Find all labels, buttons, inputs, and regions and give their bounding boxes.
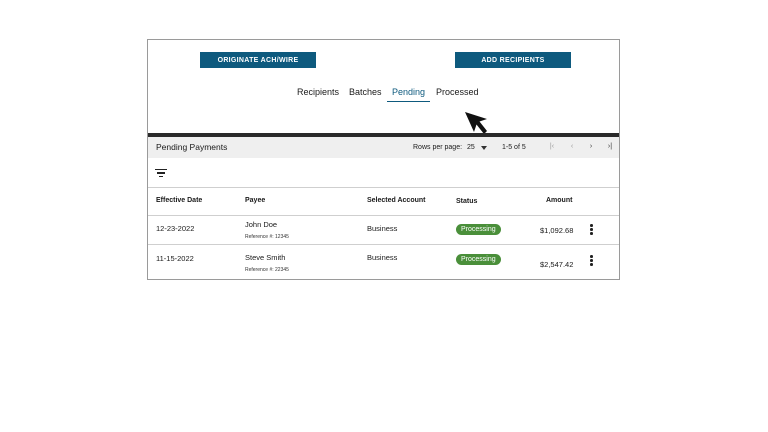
row-1-status-badge: Processing (456, 224, 501, 235)
rows-per-page-select[interactable]: 25 (467, 144, 475, 151)
row-1-more-icon[interactable] (590, 224, 593, 236)
row-2-effective-date: 11-15-2022 (156, 254, 194, 263)
header-selected-account[interactable]: Selected Account (367, 197, 425, 204)
row-1-payee: John Doe (245, 220, 278, 229)
row-1-reference: Reference #: 12345 (245, 234, 289, 240)
caret-down-icon[interactable] (481, 146, 487, 150)
row-2-account: Business (367, 253, 398, 262)
panel-title: Pending Payments (156, 142, 228, 152)
panel-header: Pending Payments Rows per page: 25 1-5 o… (148, 137, 619, 158)
pagination-range: 1-5 of 5 (502, 144, 526, 151)
row-1-effective-date: 12-23-2022 (156, 224, 195, 233)
header-payee[interactable]: Payee (245, 197, 265, 204)
divider (148, 187, 619, 188)
tab-recipients[interactable]: Recipients (297, 87, 339, 101)
next-page-icon[interactable]: › (586, 143, 596, 150)
header-status[interactable]: Status (456, 198, 477, 205)
divider (148, 244, 619, 245)
tab-processed[interactable]: Processed (436, 87, 479, 101)
filter-icon[interactable] (155, 169, 167, 178)
tab-bar: Recipients Batches Pending Processed (148, 87, 619, 105)
row-1-amount: $1,092.68 (540, 226, 574, 235)
row-2-payee: Steve Smith (245, 253, 286, 262)
row-2-more-icon[interactable] (590, 255, 593, 267)
payments-card: ORIGINATE ACH/WIRE ADD RECIPIENTS Recipi… (147, 39, 620, 280)
row-2-amount: $2,547.42 (540, 260, 574, 269)
header-amount[interactable]: Amount (546, 197, 572, 204)
last-page-icon[interactable]: ›| (605, 143, 615, 150)
first-page-icon[interactable]: |‹ (547, 143, 557, 150)
header-effective-date[interactable]: Effective Date (156, 197, 202, 204)
rows-per-page-label: Rows per page: (413, 144, 463, 151)
row-2-status-badge: Processing (456, 254, 501, 265)
tab-batches[interactable]: Batches (349, 87, 382, 101)
add-recipients-button[interactable]: ADD RECIPIENTS (455, 52, 571, 68)
prev-page-icon[interactable]: ‹ (567, 143, 577, 150)
row-1-account: Business (367, 224, 398, 233)
row-2-reference: Reference #: 22345 (245, 267, 289, 273)
originate-ach-wire-button[interactable]: ORIGINATE ACH/WIRE (200, 52, 316, 68)
tab-pending[interactable]: Pending (387, 87, 431, 102)
divider (148, 215, 619, 216)
